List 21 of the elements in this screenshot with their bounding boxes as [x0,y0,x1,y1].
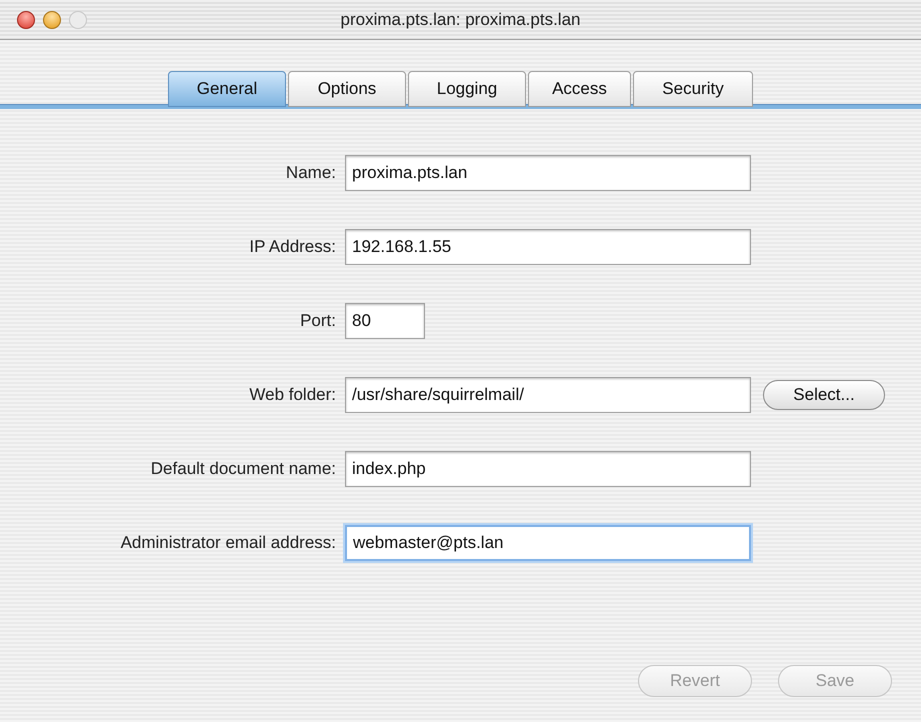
input-field[interactable]: webmaster@pts.lan [345,525,751,561]
close-icon[interactable] [17,11,35,29]
window-title: proxima.pts.lan: proxima.pts.lan [340,8,580,31]
field-label: Web folder: [248,384,337,406]
input-field[interactable]: index.php [345,451,751,487]
field-label: IP Address: [248,236,337,258]
minimize-icon[interactable] [43,11,61,29]
field-label: Name: [284,162,337,184]
tab[interactable]: Security [633,71,753,107]
tab[interactable]: Options [288,71,406,107]
tab[interactable]: Access [528,71,631,107]
tab[interactable]: Logging [408,71,526,107]
field-label: Administrator email address: [120,532,337,554]
input-field[interactable]: 192.168.1.55 [345,229,751,265]
field-label: Port: [299,310,337,332]
field-label: Default document name: [150,458,337,480]
input-field[interactable]: 80 [345,303,425,339]
input-field[interactable]: /usr/share/squirrelmail/ [345,377,751,413]
tab[interactable]: General [168,71,286,107]
select-button[interactable]: Select... [763,380,885,410]
input-field[interactable]: proxima.pts.lan [345,155,751,191]
